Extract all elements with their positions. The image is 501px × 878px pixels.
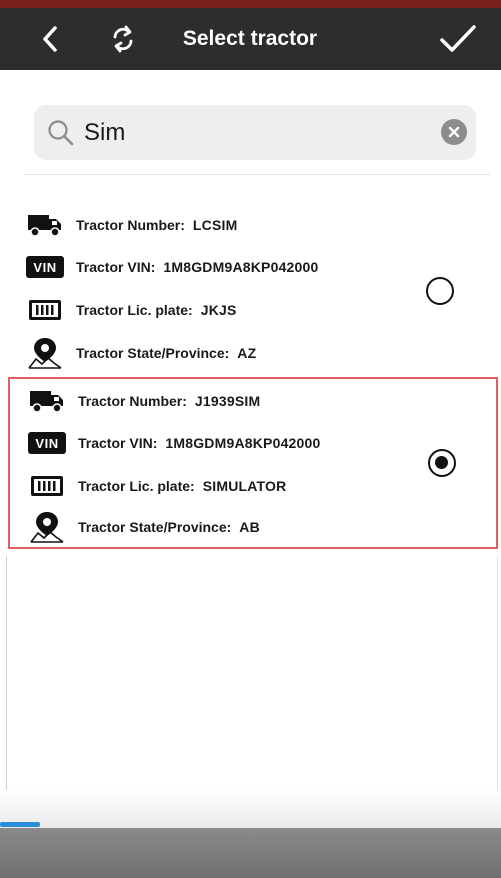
tractor-plate-row: Tractor Lic. plate: SIMULATOR [28, 468, 428, 504]
tractor-number-row: Tractor Number: LCSIM [26, 207, 426, 243]
vin-icon: VIN [28, 432, 66, 454]
tractor-state-row: Tractor State/Province: AB [28, 509, 428, 545]
tractor-vin-value: 1M8GDM9A8KP042000 [163, 259, 319, 275]
search-box [34, 105, 476, 160]
tractor-list-item-selected[interactable]: Tractor Number: J1939SIM VIN Tractor VIN… [8, 377, 498, 549]
tractor-number-label: Tractor Number: [76, 217, 185, 233]
refresh-icon [113, 25, 133, 53]
page-title: Select tractor [182, 27, 318, 50]
map-pin-icon [28, 509, 66, 545]
list-right-edge [497, 556, 498, 818]
status-bar-strip [0, 0, 501, 8]
tractor-state-value: AB [239, 519, 260, 535]
map-pin-icon [26, 335, 64, 371]
license-plate-icon [26, 292, 64, 328]
list-left-edge [6, 556, 7, 818]
tractor-number-value: LCSIM [192, 217, 238, 233]
tractor-list-item[interactable]: Tractor Number: LCSIM VIN Tractor VIN: 1… [8, 198, 498, 374]
clear-icon [448, 126, 460, 138]
tractor-vin-row: VIN Tractor VIN: 1M8GDM9A8KP042000 [26, 249, 426, 285]
confirm-button[interactable] [428, 8, 488, 70]
search-input[interactable] [84, 113, 414, 153]
back-button[interactable] [28, 8, 72, 70]
bottom-fade [0, 790, 501, 830]
clear-search-button[interactable] [441, 119, 467, 145]
divider [24, 174, 490, 175]
vin-icon-holder: VIN [26, 249, 64, 285]
truck-icon [28, 383, 66, 419]
tractor-plate-label: Tractor Lic. plate: [78, 478, 195, 494]
tractor-state-label: Tractor State/Province: [76, 345, 230, 361]
truck-icon [26, 207, 64, 243]
tractor-number-label: Tractor Number: [78, 393, 187, 409]
tractor-vin-label: Tractor VIN: [76, 259, 156, 275]
screen: Select tractor Sim Tractor Number: LCSIM… [0, 0, 501, 878]
tractor-radio-button-selected[interactable] [428, 449, 456, 477]
vin-icon-holder: VIN [28, 425, 66, 461]
tractor-state-label: Tractor State/Province: [78, 519, 232, 535]
bottom-toolbar [0, 828, 501, 878]
license-plate-icon [28, 468, 66, 504]
refresh-button[interactable] [98, 8, 148, 70]
tractor-vin-value: 1M8GDM9A8KP042000 [165, 435, 321, 451]
tractor-plate-value: JKJS [200, 302, 237, 318]
tractor-state-row: Tractor State/Province: AZ [26, 335, 426, 371]
tractor-number-value: J1939SIM [194, 393, 261, 409]
tractor-radio-button[interactable] [426, 277, 454, 305]
tractor-state-value: AZ [237, 345, 257, 361]
tractor-plate-row: Tractor Lic. plate: JKJS [26, 292, 426, 328]
tractor-vin-row: VIN Tractor VIN: 1M8GDM9A8KP042000 [28, 425, 428, 461]
tractor-plate-label: Tractor Lic. plate: [76, 302, 193, 318]
progress-indicator [0, 822, 40, 827]
checkmark-icon [440, 25, 476, 52]
navigation-bar: Select tractor [0, 8, 501, 70]
tractor-number-row: Tractor Number: J1939SIM [28, 383, 428, 419]
chevron-left-icon [43, 26, 57, 52]
search-icon [48, 120, 74, 146]
vin-icon: VIN [26, 256, 64, 278]
radio-selected-dot [435, 456, 448, 469]
tractor-vin-label: Tractor VIN: [78, 435, 158, 451]
tractor-plate-value: SIMULATOR [202, 478, 287, 494]
